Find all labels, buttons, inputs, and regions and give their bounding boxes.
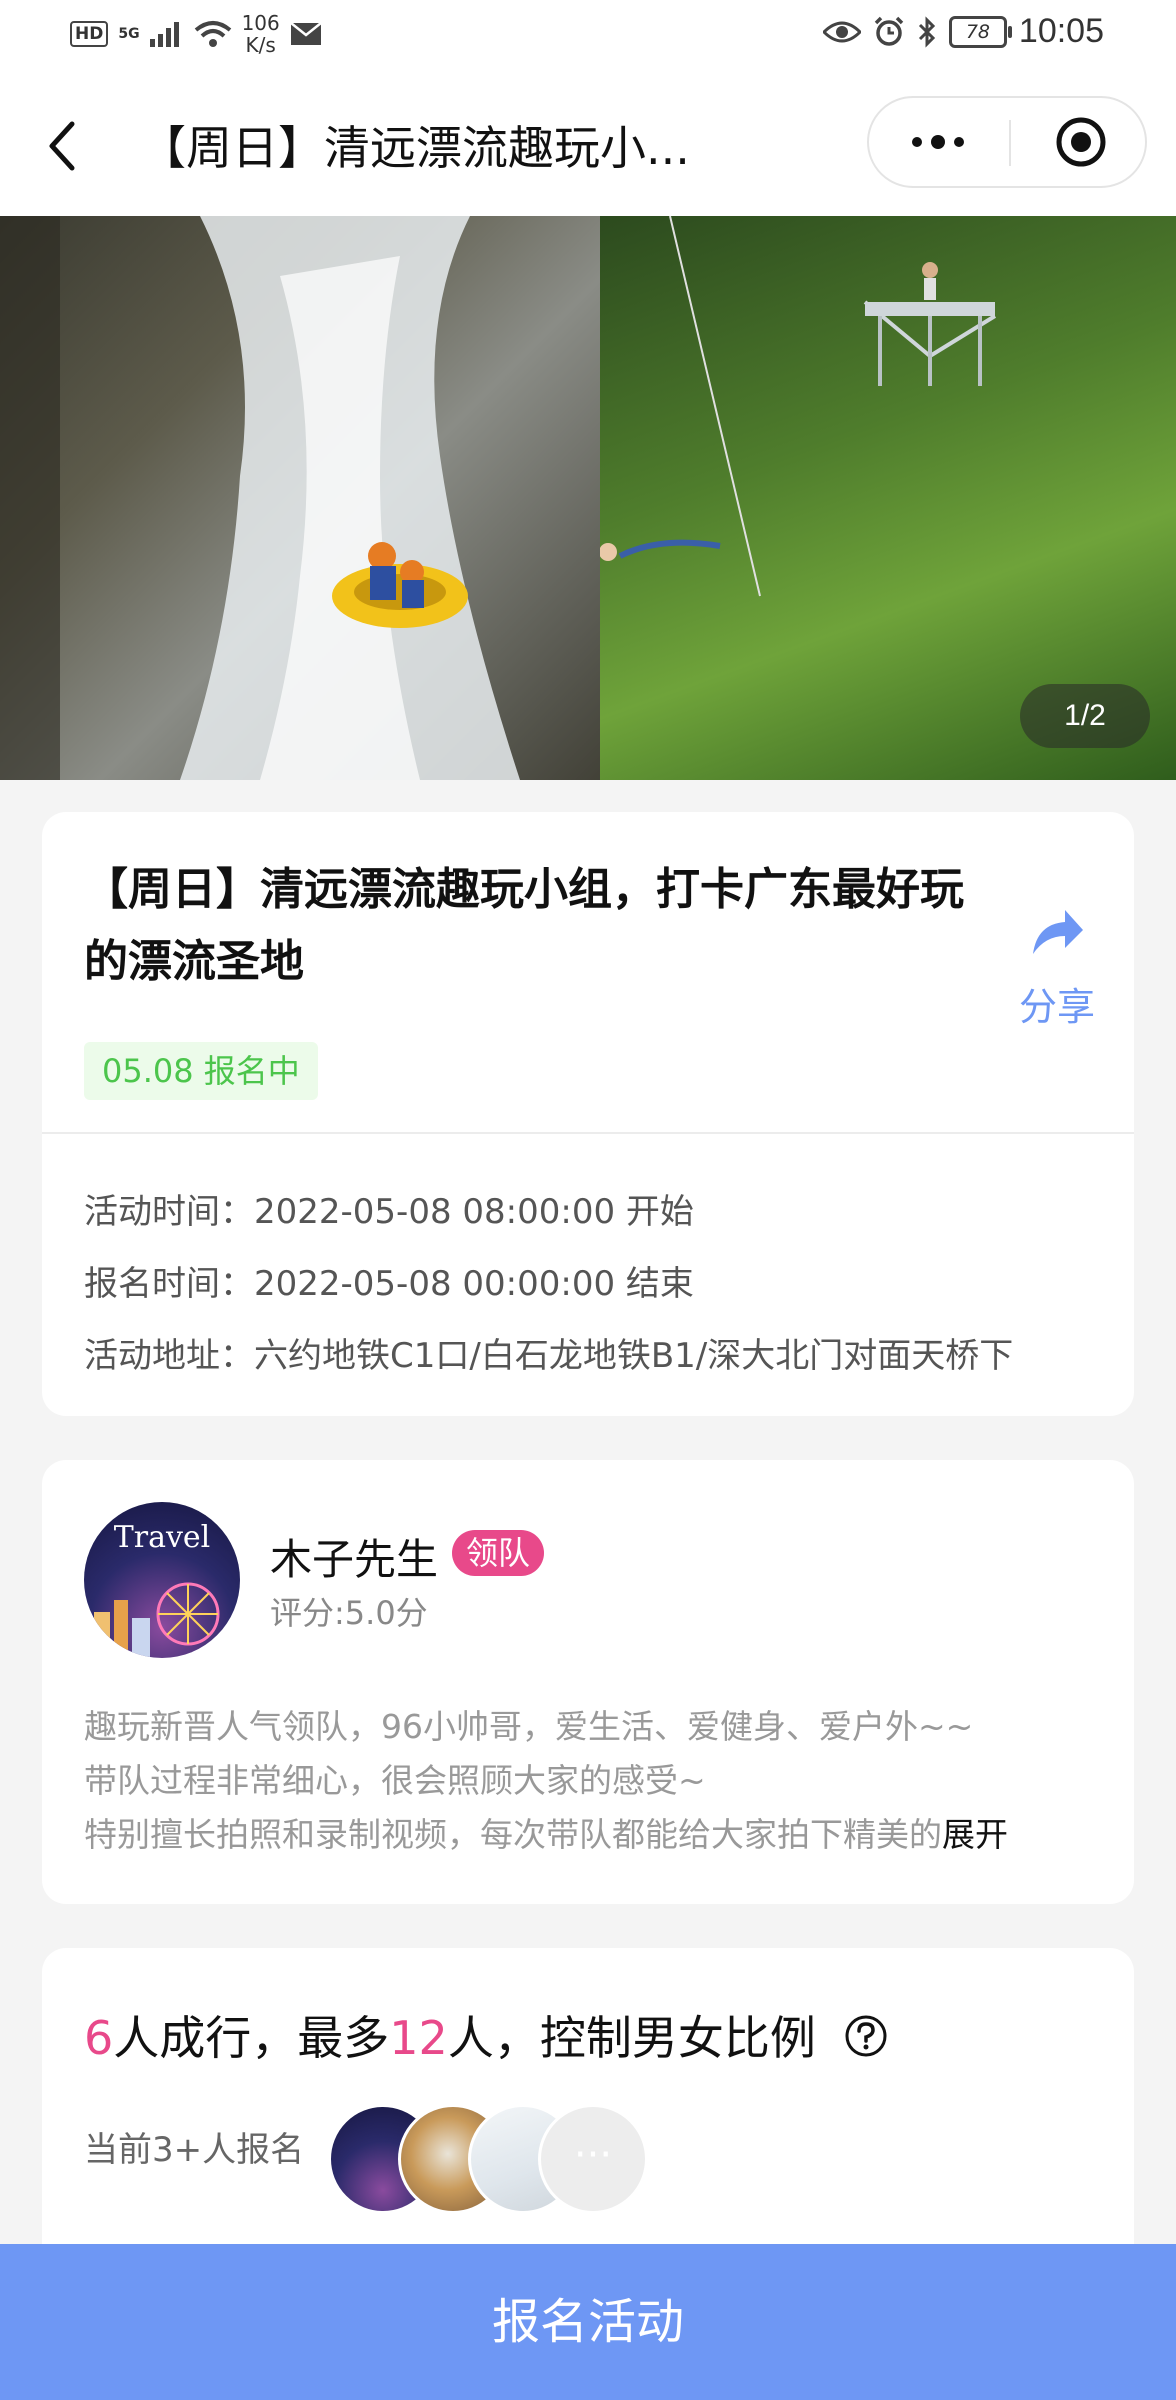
group-size-title: 6人成行，最多12人，控制男女比例	[84, 2002, 888, 2069]
target-close-icon	[1056, 117, 1106, 167]
divider	[42, 1132, 1134, 1134]
alarm-icon	[874, 16, 904, 46]
signup-deadline: 报名时间：2022-05-08 00:00:00 结束	[84, 1264, 694, 1304]
status-right: 78 10:05	[822, 12, 1104, 51]
leader-card: Travel 木子先生 领队 评分:5.0分 趣玩新晋人气领队，96小帅哥，爱生…	[42, 1460, 1134, 1904]
help-button[interactable]	[844, 2014, 888, 2069]
speed-unit: K/s	[245, 33, 276, 57]
desc-line: 趣玩新晋人气领队，96小帅哥，爱生活、爱健身、爱户外~~	[84, 1707, 974, 1746]
mini-program-capsule	[867, 96, 1147, 188]
participant-avatars[interactable]: ···	[328, 2104, 668, 2216]
mail-icon	[289, 22, 322, 45]
more-button[interactable]	[869, 98, 1007, 186]
clock: 10:05	[1018, 12, 1104, 50]
close-button[interactable]	[1055, 116, 1107, 168]
share-icon	[1033, 910, 1083, 954]
question-circle-icon	[845, 2015, 887, 2057]
event-details: 活动时间：2022-05-08 08:00:00 开始 报名时间：2022-05…	[84, 1176, 1013, 1392]
chevron-left-icon	[49, 121, 75, 171]
leader-badge: 领队	[452, 1530, 545, 1576]
eye-icon	[822, 21, 861, 42]
ferris-wheel-graphic	[94, 1582, 220, 1658]
desc-line-last: 特别擅长拍照和录制视频，每次带队都能给大家拍下精美的展开	[84, 1808, 1094, 1862]
leader-rating: 评分:5.0分	[270, 1594, 428, 1632]
leader-avatar[interactable]: Travel	[84, 1502, 240, 1658]
more-dot-icon	[931, 135, 945, 149]
event-title: 【周日】清远漂流趣玩小组，打卡广东最好玩的漂流圣地	[84, 864, 964, 987]
more-dot-icon	[954, 137, 964, 147]
page-title: 【周日】清远漂流趣玩小...	[140, 121, 690, 175]
group-size-card: 6人成行，最多12人，控制男女比例 当前3+人报名 ···	[42, 1948, 1134, 2268]
expand-button[interactable]: 展开	[942, 1815, 1008, 1854]
min-count: 6	[84, 2011, 114, 2065]
max-count: 12	[389, 2011, 448, 2065]
hd-indicator: HD	[70, 21, 109, 47]
status-bar: HD 5G 106 K/s 78 10:05	[0, 0, 1176, 76]
desc-line: 带队过程非常细心，很会照顾大家的感受~	[84, 1761, 706, 1800]
status-left: HD 5G 106 K/s	[70, 12, 322, 56]
leader-description: 趣玩新晋人气领队，96小帅哥，爱生活、爱健身、爱户外~~ 带队过程非常细心，很会…	[84, 1700, 1094, 1862]
event-info-card: 【周日】清远漂流趣玩小组，打卡广东最好玩的漂流圣地 分享 05.08 报名中 活…	[42, 812, 1134, 1416]
wifi-icon	[194, 21, 231, 47]
waterfall-illustration	[0, 216, 520, 780]
battery-indicator: 78	[948, 15, 1012, 48]
capsule-divider	[1009, 120, 1011, 166]
rafting-photo	[0, 216, 640, 780]
more-participants: ···	[538, 2104, 648, 2214]
signal-icon	[149, 22, 179, 47]
signup-button[interactable]: 报名活动	[0, 2244, 1176, 2400]
event-address: 活动地址：六约地铁C1口/白石龙地铁B1/深大北门对面天桥下	[84, 1336, 1014, 1376]
group-text-1: 人成行，最多	[113, 2011, 390, 2065]
share-button[interactable]: 分享	[1002, 904, 1112, 1031]
status-badge: 05.08 报名中	[84, 1042, 318, 1100]
bluetooth-icon	[918, 15, 936, 48]
desc-line: 特别擅长拍照和录制视频，每次带队都能给大家拍下精美的	[84, 1815, 942, 1854]
group-text-2: 人，控制男女比例	[447, 2011, 816, 2065]
back-button[interactable]	[40, 116, 90, 176]
speed-value: 106	[241, 11, 280, 35]
leader-name: 木子先生	[270, 1535, 439, 1584]
network-type: 5G	[118, 26, 140, 42]
image-carousel[interactable]: 1/2	[0, 216, 1176, 780]
carousel-counter: 1/2	[1020, 684, 1150, 748]
nav-bar: 【周日】清远漂流趣玩小...	[0, 76, 1176, 216]
network-speed: 106 K/s	[242, 12, 280, 56]
event-time: 活动时间：2022-05-08 08:00:00 开始	[84, 1192, 694, 1232]
more-dot-icon	[912, 137, 922, 147]
signup-count: 当前3+人报名	[84, 2130, 305, 2170]
share-label: 分享	[1018, 985, 1095, 1029]
